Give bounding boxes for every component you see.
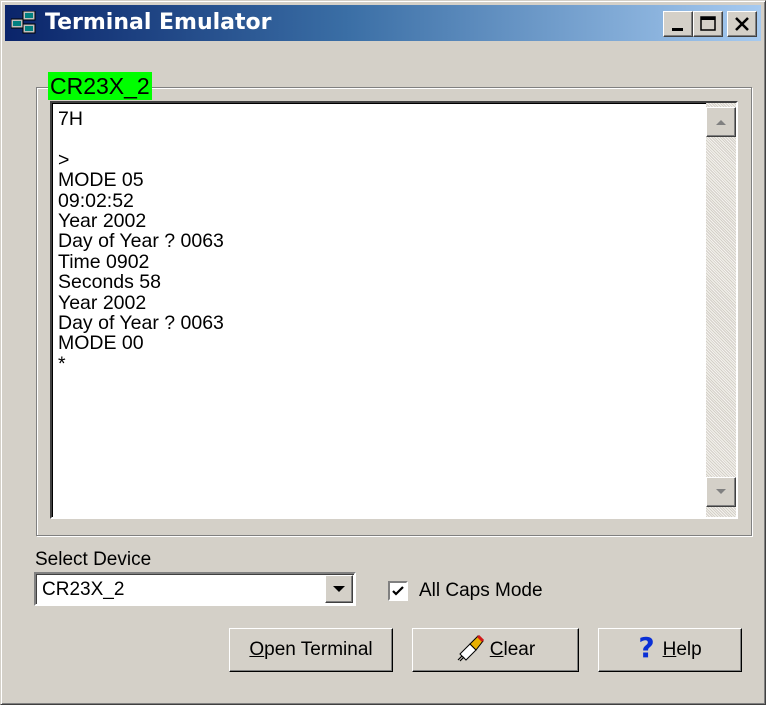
terminal-text: 7H > MODE 05 09:02:52 Year 2002 Day of Y… <box>58 108 224 375</box>
checkmark-icon <box>392 586 404 596</box>
device-group-label: CR23X_2 <box>48 72 152 100</box>
terminal-app-icon <box>11 11 36 34</box>
select-device-label: Select Device <box>35 549 152 570</box>
close-button[interactable] <box>727 11 757 37</box>
eraser-icon <box>457 634 484 662</box>
terminal-output[interactable]: 7H > MODE 05 09:02:52 Year 2002 Day of Y… <box>50 101 738 519</box>
all-caps-label[interactable]: All Caps Mode <box>419 580 543 602</box>
arrow-up-icon <box>716 120 726 125</box>
maximize-icon <box>700 16 716 31</box>
title-bar[interactable]: Terminal Emulator <box>5 5 761 41</box>
close-icon <box>735 17 749 31</box>
scroll-up-button[interactable] <box>706 107 736 137</box>
device-select[interactable]: CR23X_2 <box>34 572 356 606</box>
vertical-scrollbar[interactable] <box>706 103 736 517</box>
arrow-down-icon <box>716 489 726 494</box>
open-terminal-label: Open Terminal <box>249 639 373 660</box>
clear-button[interactable]: Clear <box>412 628 579 672</box>
terminal-emulator-window: Terminal Emulator CR23X_2 7H > MODE 05 0… <box>0 0 766 705</box>
all-caps-checkbox[interactable] <box>388 581 408 601</box>
device-select-value: CR23X_2 <box>42 579 125 600</box>
minimize-icon <box>672 28 683 31</box>
window-title: Terminal Emulator <box>45 10 272 35</box>
help-button[interactable]: ? Help <box>598 628 742 672</box>
help-label: Help <box>662 639 702 660</box>
maximize-button[interactable] <box>693 11 723 37</box>
question-mark-icon: ? <box>638 630 655 664</box>
minimize-button[interactable] <box>663 11 693 37</box>
device-dropdown-button[interactable] <box>325 575 353 603</box>
open-terminal-button[interactable]: Open Terminal <box>229 628 393 672</box>
clear-label: Clear <box>489 639 536 660</box>
scroll-down-button[interactable] <box>706 477 736 507</box>
chevron-down-icon <box>333 586 345 592</box>
